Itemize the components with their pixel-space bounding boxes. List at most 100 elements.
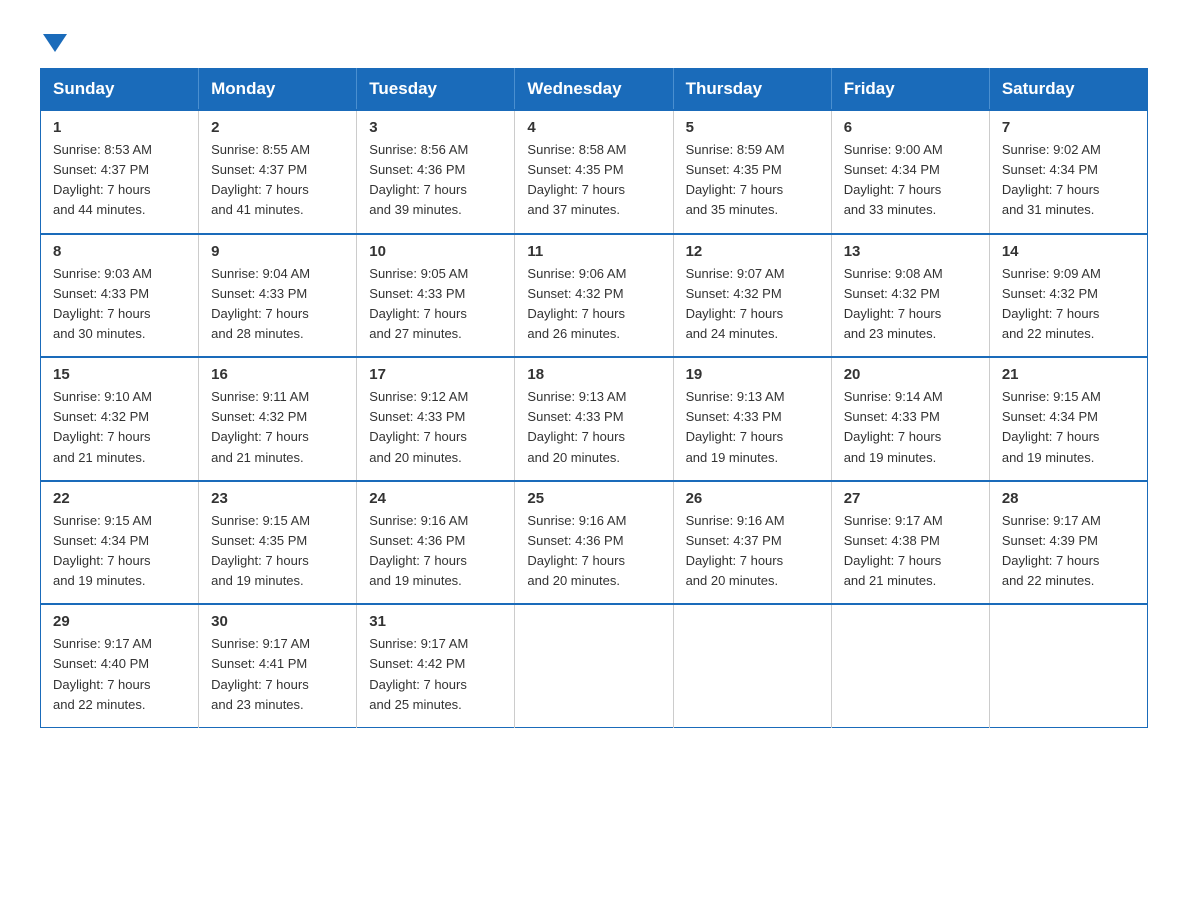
calendar-day-cell: 6 Sunrise: 9:00 AM Sunset: 4:34 PM Dayli… bbox=[831, 110, 989, 234]
calendar-day-cell: 29 Sunrise: 9:17 AM Sunset: 4:40 PM Dayl… bbox=[41, 604, 199, 727]
calendar-day-cell: 28 Sunrise: 9:17 AM Sunset: 4:39 PM Dayl… bbox=[989, 481, 1147, 605]
calendar-day-cell: 14 Sunrise: 9:09 AM Sunset: 4:32 PM Dayl… bbox=[989, 234, 1147, 358]
day-number: 5 bbox=[686, 119, 819, 136]
day-number: 13 bbox=[844, 243, 977, 260]
day-number: 1 bbox=[53, 119, 186, 136]
day-info: Sunrise: 9:07 AM Sunset: 4:32 PM Dayligh… bbox=[686, 264, 819, 345]
calendar-day-cell: 10 Sunrise: 9:05 AM Sunset: 4:33 PM Dayl… bbox=[357, 234, 515, 358]
day-number: 26 bbox=[686, 490, 819, 507]
day-info: Sunrise: 8:58 AM Sunset: 4:35 PM Dayligh… bbox=[527, 140, 660, 221]
day-info: Sunrise: 9:02 AM Sunset: 4:34 PM Dayligh… bbox=[1002, 140, 1135, 221]
calendar-day-cell bbox=[831, 604, 989, 727]
calendar-day-cell: 19 Sunrise: 9:13 AM Sunset: 4:33 PM Dayl… bbox=[673, 357, 831, 481]
day-number: 11 bbox=[527, 243, 660, 260]
day-info: Sunrise: 9:13 AM Sunset: 4:33 PM Dayligh… bbox=[686, 387, 819, 468]
calendar-week-row: 29 Sunrise: 9:17 AM Sunset: 4:40 PM Dayl… bbox=[41, 604, 1148, 727]
calendar-day-cell: 7 Sunrise: 9:02 AM Sunset: 4:34 PM Dayli… bbox=[989, 110, 1147, 234]
day-info: Sunrise: 8:53 AM Sunset: 4:37 PM Dayligh… bbox=[53, 140, 186, 221]
day-number: 10 bbox=[369, 243, 502, 260]
calendar-day-cell: 25 Sunrise: 9:16 AM Sunset: 4:36 PM Dayl… bbox=[515, 481, 673, 605]
day-number: 3 bbox=[369, 119, 502, 136]
day-info: Sunrise: 9:10 AM Sunset: 4:32 PM Dayligh… bbox=[53, 387, 186, 468]
day-number: 24 bbox=[369, 490, 502, 507]
calendar-day-cell: 22 Sunrise: 9:15 AM Sunset: 4:34 PM Dayl… bbox=[41, 481, 199, 605]
day-info: Sunrise: 9:16 AM Sunset: 4:36 PM Dayligh… bbox=[369, 511, 502, 592]
day-info: Sunrise: 9:15 AM Sunset: 4:34 PM Dayligh… bbox=[1002, 387, 1135, 468]
calendar-day-cell: 15 Sunrise: 9:10 AM Sunset: 4:32 PM Dayl… bbox=[41, 357, 199, 481]
day-info: Sunrise: 9:17 AM Sunset: 4:42 PM Dayligh… bbox=[369, 634, 502, 715]
calendar-day-cell bbox=[515, 604, 673, 727]
calendar-week-row: 1 Sunrise: 8:53 AM Sunset: 4:37 PM Dayli… bbox=[41, 110, 1148, 234]
day-of-week-header: Thursday bbox=[673, 69, 831, 111]
calendar-week-row: 15 Sunrise: 9:10 AM Sunset: 4:32 PM Dayl… bbox=[41, 357, 1148, 481]
calendar-body: 1 Sunrise: 8:53 AM Sunset: 4:37 PM Dayli… bbox=[41, 110, 1148, 727]
day-number: 14 bbox=[1002, 243, 1135, 260]
calendar-day-cell: 26 Sunrise: 9:16 AM Sunset: 4:37 PM Dayl… bbox=[673, 481, 831, 605]
calendar-day-cell: 27 Sunrise: 9:17 AM Sunset: 4:38 PM Dayl… bbox=[831, 481, 989, 605]
calendar-day-cell: 16 Sunrise: 9:11 AM Sunset: 4:32 PM Dayl… bbox=[199, 357, 357, 481]
day-info: Sunrise: 9:15 AM Sunset: 4:34 PM Dayligh… bbox=[53, 511, 186, 592]
calendar-day-cell: 2 Sunrise: 8:55 AM Sunset: 4:37 PM Dayli… bbox=[199, 110, 357, 234]
day-number: 28 bbox=[1002, 490, 1135, 507]
day-number: 6 bbox=[844, 119, 977, 136]
day-of-week-header: Tuesday bbox=[357, 69, 515, 111]
calendar-day-cell: 30 Sunrise: 9:17 AM Sunset: 4:41 PM Dayl… bbox=[199, 604, 357, 727]
calendar-day-cell: 24 Sunrise: 9:16 AM Sunset: 4:36 PM Dayl… bbox=[357, 481, 515, 605]
calendar-day-cell: 5 Sunrise: 8:59 AM Sunset: 4:35 PM Dayli… bbox=[673, 110, 831, 234]
calendar-day-cell: 12 Sunrise: 9:07 AM Sunset: 4:32 PM Dayl… bbox=[673, 234, 831, 358]
calendar-header: SundayMondayTuesdayWednesdayThursdayFrid… bbox=[41, 69, 1148, 111]
day-info: Sunrise: 9:12 AM Sunset: 4:33 PM Dayligh… bbox=[369, 387, 502, 468]
page-header bbox=[40, 30, 1148, 48]
day-info: Sunrise: 9:16 AM Sunset: 4:37 PM Dayligh… bbox=[686, 511, 819, 592]
day-number: 9 bbox=[211, 243, 344, 260]
day-info: Sunrise: 9:06 AM Sunset: 4:32 PM Dayligh… bbox=[527, 264, 660, 345]
day-info: Sunrise: 9:17 AM Sunset: 4:41 PM Dayligh… bbox=[211, 634, 344, 715]
day-number: 19 bbox=[686, 366, 819, 383]
day-number: 20 bbox=[844, 366, 977, 383]
day-info: Sunrise: 9:09 AM Sunset: 4:32 PM Dayligh… bbox=[1002, 264, 1135, 345]
day-number: 16 bbox=[211, 366, 344, 383]
day-number: 8 bbox=[53, 243, 186, 260]
day-of-week-header: Wednesday bbox=[515, 69, 673, 111]
day-info: Sunrise: 9:13 AM Sunset: 4:33 PM Dayligh… bbox=[527, 387, 660, 468]
day-info: Sunrise: 9:04 AM Sunset: 4:33 PM Dayligh… bbox=[211, 264, 344, 345]
day-info: Sunrise: 8:59 AM Sunset: 4:35 PM Dayligh… bbox=[686, 140, 819, 221]
logo-general-text bbox=[40, 30, 67, 52]
day-info: Sunrise: 9:14 AM Sunset: 4:33 PM Dayligh… bbox=[844, 387, 977, 468]
day-number: 18 bbox=[527, 366, 660, 383]
day-info: Sunrise: 9:17 AM Sunset: 4:40 PM Dayligh… bbox=[53, 634, 186, 715]
calendar-day-cell: 23 Sunrise: 9:15 AM Sunset: 4:35 PM Dayl… bbox=[199, 481, 357, 605]
day-number: 15 bbox=[53, 366, 186, 383]
calendar-day-cell: 18 Sunrise: 9:13 AM Sunset: 4:33 PM Dayl… bbox=[515, 357, 673, 481]
day-info: Sunrise: 9:00 AM Sunset: 4:34 PM Dayligh… bbox=[844, 140, 977, 221]
day-number: 27 bbox=[844, 490, 977, 507]
day-info: Sunrise: 9:11 AM Sunset: 4:32 PM Dayligh… bbox=[211, 387, 344, 468]
day-of-week-header: Monday bbox=[199, 69, 357, 111]
calendar-week-row: 22 Sunrise: 9:15 AM Sunset: 4:34 PM Dayl… bbox=[41, 481, 1148, 605]
day-info: Sunrise: 9:15 AM Sunset: 4:35 PM Dayligh… bbox=[211, 511, 344, 592]
calendar-day-cell: 21 Sunrise: 9:15 AM Sunset: 4:34 PM Dayl… bbox=[989, 357, 1147, 481]
day-number: 4 bbox=[527, 119, 660, 136]
day-number: 22 bbox=[53, 490, 186, 507]
calendar-day-cell: 31 Sunrise: 9:17 AM Sunset: 4:42 PM Dayl… bbox=[357, 604, 515, 727]
calendar-day-cell: 4 Sunrise: 8:58 AM Sunset: 4:35 PM Dayli… bbox=[515, 110, 673, 234]
day-info: Sunrise: 9:08 AM Sunset: 4:32 PM Dayligh… bbox=[844, 264, 977, 345]
day-info: Sunrise: 8:55 AM Sunset: 4:37 PM Dayligh… bbox=[211, 140, 344, 221]
day-of-week-header: Sunday bbox=[41, 69, 199, 111]
day-number: 31 bbox=[369, 613, 502, 630]
calendar-day-cell: 8 Sunrise: 9:03 AM Sunset: 4:33 PM Dayli… bbox=[41, 234, 199, 358]
day-number: 30 bbox=[211, 613, 344, 630]
calendar-day-cell: 9 Sunrise: 9:04 AM Sunset: 4:33 PM Dayli… bbox=[199, 234, 357, 358]
calendar-table: SundayMondayTuesdayWednesdayThursdayFrid… bbox=[40, 68, 1148, 728]
calendar-week-row: 8 Sunrise: 9:03 AM Sunset: 4:33 PM Dayli… bbox=[41, 234, 1148, 358]
day-info: Sunrise: 9:16 AM Sunset: 4:36 PM Dayligh… bbox=[527, 511, 660, 592]
days-of-week-row: SundayMondayTuesdayWednesdayThursdayFrid… bbox=[41, 69, 1148, 111]
calendar-day-cell bbox=[989, 604, 1147, 727]
calendar-day-cell: 17 Sunrise: 9:12 AM Sunset: 4:33 PM Dayl… bbox=[357, 357, 515, 481]
logo bbox=[40, 30, 67, 48]
day-info: Sunrise: 8:56 AM Sunset: 4:36 PM Dayligh… bbox=[369, 140, 502, 221]
calendar-day-cell: 13 Sunrise: 9:08 AM Sunset: 4:32 PM Dayl… bbox=[831, 234, 989, 358]
calendar-day-cell: 20 Sunrise: 9:14 AM Sunset: 4:33 PM Dayl… bbox=[831, 357, 989, 481]
day-number: 25 bbox=[527, 490, 660, 507]
day-info: Sunrise: 9:05 AM Sunset: 4:33 PM Dayligh… bbox=[369, 264, 502, 345]
